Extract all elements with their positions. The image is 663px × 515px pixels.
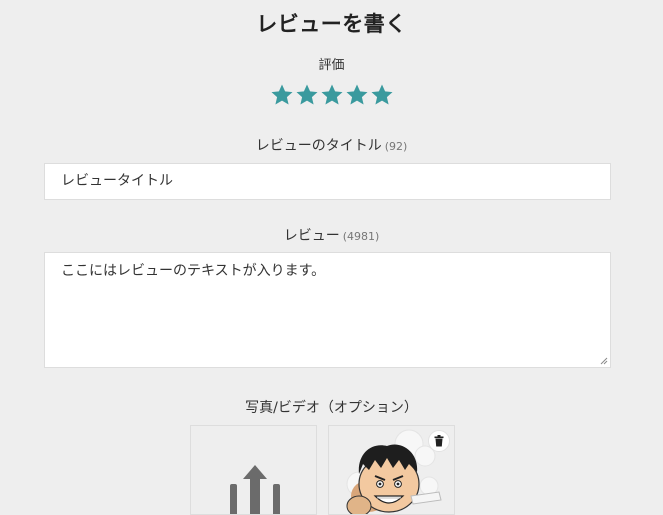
review-body-label-text: レビュー	[283, 228, 340, 244]
rating-label: 評価	[318, 58, 345, 73]
media-upload-button[interactable]	[190, 425, 317, 515]
star-3-icon[interactable]	[320, 83, 344, 107]
star-2-icon[interactable]	[295, 83, 319, 107]
media-label: 写真/ビデオ（オプション）	[245, 400, 418, 416]
review-body-text: ここにはレビューのテキストが入ります。	[61, 263, 326, 279]
trash-icon	[434, 435, 444, 447]
star-1-icon[interactable]	[270, 83, 294, 107]
resize-grip-icon[interactable]	[600, 357, 608, 365]
review-body-label: レビュー (4981)	[0, 225, 663, 245]
review-title-char-count: (92)	[384, 140, 408, 153]
review-title-label: レビューのタイトル (92)	[0, 135, 663, 155]
page-title: レビューを書く	[256, 12, 407, 36]
upload-icon	[230, 465, 280, 514]
review-body-textarea[interactable]: ここにはレビューのテキストが入ります。	[44, 252, 611, 368]
review-body-char-count: (4981)	[342, 230, 380, 243]
delete-media-button[interactable]	[428, 430, 450, 452]
star-4-icon[interactable]	[345, 83, 369, 107]
star-5-icon[interactable]	[370, 83, 394, 107]
review-title-label-text: レビューのタイトル	[255, 138, 382, 154]
star-rating[interactable]	[0, 83, 663, 107]
review-title-input[interactable]: レビュータイトル	[44, 163, 611, 200]
media-thumbnail[interactable]	[328, 425, 455, 515]
